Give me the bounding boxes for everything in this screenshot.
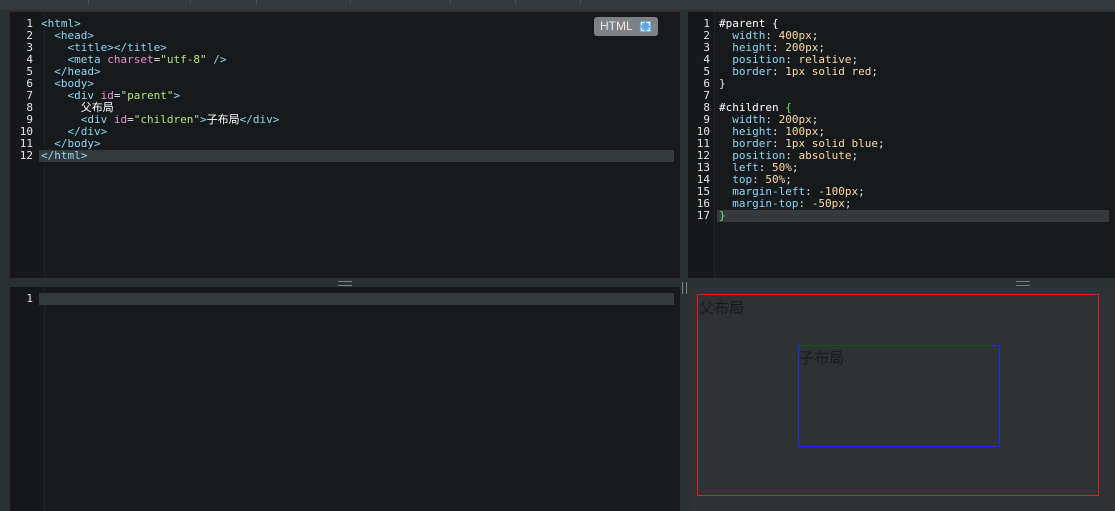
resize-handle-vertical[interactable] xyxy=(682,282,687,294)
code-line[interactable]: 4 <meta charset="utf-8" /> xyxy=(10,54,680,66)
toolbar-divider xyxy=(450,0,451,4)
code-token: absolute xyxy=(798,149,852,162)
code-token: 1px solid red xyxy=(785,65,872,78)
active-line-highlight xyxy=(717,210,1109,222)
resize-handle-horizontal[interactable] xyxy=(1016,281,1030,286)
code-line[interactable]: 10 </div> xyxy=(10,126,680,138)
code-token: margin-top xyxy=(732,197,799,210)
code-line[interactable]: 5 border: 1px solid red; xyxy=(688,66,1115,78)
code-token: ; xyxy=(858,185,865,198)
code-text: } xyxy=(719,78,726,90)
code-token: = xyxy=(113,89,121,102)
code-token: > xyxy=(173,89,181,102)
toolbar-divider xyxy=(190,0,191,4)
code-token: "utf-8" xyxy=(160,53,207,66)
parent-label: 父布局 xyxy=(699,299,745,317)
css-code-area[interactable]: 1 #parent {2 width: 400px; 3 height: 200px… xyxy=(688,12,1115,278)
result-preview-pane[interactable]: 父布局 子布局 xyxy=(690,287,1115,511)
code-token: </html> xyxy=(41,149,88,162)
child-label: 子布局 xyxy=(799,349,845,367)
toolbar-divider xyxy=(88,0,89,4)
resize-handle-horizontal[interactable] xyxy=(338,281,352,286)
html-mode-label: HTML xyxy=(600,19,633,33)
code-token: ; xyxy=(877,137,885,150)
code-text: } xyxy=(719,210,726,222)
code-token: "children" xyxy=(133,113,200,126)
css-editor-pane[interactable]: 1 #parent {2 width: 400px; 3 height: 200px… xyxy=(688,12,1115,278)
active-line-highlight xyxy=(39,150,674,162)
code-token: = xyxy=(127,113,134,126)
code-line[interactable]: 16 margin-top: -50px; xyxy=(688,198,1115,210)
js-editor-pane[interactable]: 1 xyxy=(10,287,680,511)
toolbar-divider xyxy=(515,0,516,4)
code-text: </html> xyxy=(41,150,87,162)
toolbar-divider xyxy=(350,0,351,4)
html-mode-badge[interactable]: HTML xyxy=(594,17,658,36)
html-code-area[interactable]: 1 <html> 2 <head> 3 <title></title> 4 <meta … xyxy=(10,12,680,278)
code-token: : xyxy=(798,197,812,210)
code-token: id xyxy=(113,113,128,126)
code-token: ; xyxy=(871,65,878,78)
toolbar-divider xyxy=(256,0,257,4)
code-line[interactable]: 6} xyxy=(688,78,1115,90)
code-text: margin-top: -50px; xyxy=(719,198,851,210)
code-token: -50px xyxy=(811,197,845,210)
code-token: ; xyxy=(844,197,852,210)
code-token: ; xyxy=(851,149,859,162)
code-line[interactable]: 1 <html> xyxy=(10,18,680,30)
code-token: : xyxy=(772,65,786,78)
code-text: border: 1px solid red; xyxy=(719,66,878,78)
code-token: } xyxy=(719,77,726,90)
code-line[interactable]: 11 </body> xyxy=(10,138,680,150)
code-token: /> xyxy=(206,53,227,66)
active-line-highlight xyxy=(39,293,674,305)
line-number: 12 xyxy=(19,149,33,162)
parent-box: 父布局 子布局 xyxy=(697,294,1099,496)
code-line[interactable]: 9 <div id="children">子布局</div> xyxy=(10,114,680,126)
line-number: 1 xyxy=(26,292,33,305)
code-token: > xyxy=(199,113,207,126)
js-code-area[interactable]: 1 xyxy=(10,287,680,511)
code-token: </div> xyxy=(239,113,280,126)
code-line[interactable]: 12 </html> xyxy=(10,150,680,162)
code-token: "parent" xyxy=(120,89,174,102)
code-line[interactable]: 1 xyxy=(10,293,680,305)
toolbar-divider xyxy=(580,0,581,4)
code-line[interactable]: 5 </head> xyxy=(10,66,680,78)
code-token: charset xyxy=(107,53,154,66)
code-token: 子布局 xyxy=(206,113,240,126)
html-editor-pane[interactable]: 1 <html> 2 <head> 3 <title></title> 4 <meta … xyxy=(10,12,680,278)
expand-icon[interactable] xyxy=(640,21,651,32)
code-token: } xyxy=(719,209,726,222)
code-token: border xyxy=(732,65,772,78)
code-token: ; xyxy=(791,161,799,174)
code-line[interactable]: 17} xyxy=(688,210,1115,222)
child-box: 子布局 xyxy=(798,345,1000,447)
line-number: 17 xyxy=(696,209,710,222)
top-toolbar xyxy=(0,0,1115,10)
